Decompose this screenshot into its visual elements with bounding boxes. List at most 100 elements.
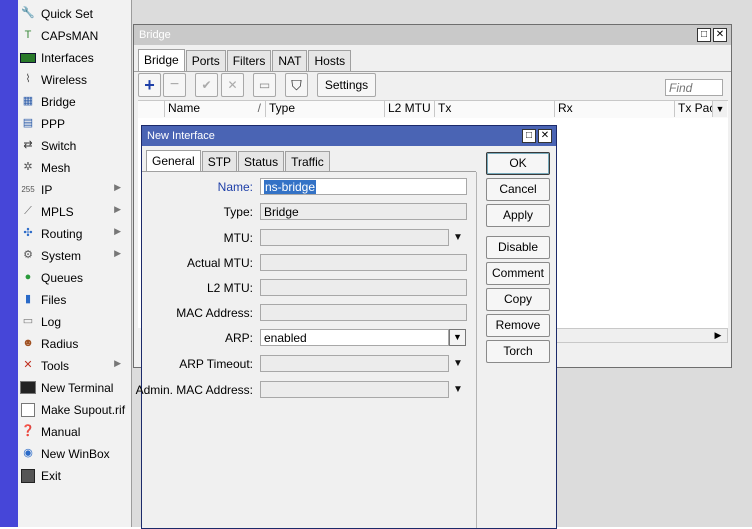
tab-ports[interactable]: Ports <box>185 50 226 71</box>
maximize-button[interactable]: □ <box>697 28 711 42</box>
menu-item-ip[interactable]: 255 IP ▶ <box>20 179 129 200</box>
menu-item-manual[interactable]: ❓ Manual <box>20 421 129 442</box>
column-name[interactable]: Name / <box>165 100 266 117</box>
quick-set-icon: 🔧 <box>21 7 35 19</box>
menu-item-routing[interactable]: ✣ Routing ▶ <box>20 223 129 244</box>
menu-item-mesh[interactable]: ✲ Mesh <box>20 157 129 178</box>
filter-button[interactable]: ⛉ <box>285 73 308 97</box>
mac-address-field <box>260 304 467 321</box>
horizontal-scrollbar[interactable] <box>554 328 728 343</box>
arp-timeout-input[interactable] <box>260 355 449 372</box>
settings-button[interactable]: Settings <box>317 73 376 97</box>
remove-button[interactable]: − <box>163 73 186 97</box>
menu-item-capsman[interactable]: T CAPsMAN <box>20 25 129 46</box>
name-input[interactable]: ns-bridge <box>260 178 467 195</box>
tools-icon: ✕ <box>23 359 33 371</box>
tab-stp[interactable]: STP <box>201 151 238 172</box>
admin-mac-label: Admin. MAC Address: <box>135 383 253 397</box>
menu-item-new-winbox[interactable]: ◉ New WinBox <box>20 443 129 464</box>
actual-mtu-field <box>260 254 467 271</box>
submenu-arrow-icon: ▶ <box>114 358 121 368</box>
mtu-input[interactable] <box>260 229 449 246</box>
switch-icon: ⇄ <box>23 139 33 151</box>
mtu-label: MTU: <box>223 231 253 245</box>
menu-item-system[interactable]: ⚙ System ▶ <box>20 245 129 266</box>
torch-button[interactable]: Torch <box>486 340 550 363</box>
comment-interface-button[interactable]: Comment <box>486 262 550 285</box>
column-tx-packets[interactable]: Tx Pac <box>675 100 713 117</box>
mesh-icon: ✲ <box>23 161 33 173</box>
name-label: Name: <box>217 180 253 194</box>
tab-nat[interactable]: NAT <box>272 50 308 71</box>
submenu-arrow-icon: ▶ <box>114 182 121 192</box>
bridge-title-bar[interactable]: Bridge <box>134 25 731 45</box>
copy-button[interactable]: Copy <box>486 288 550 311</box>
arp-select[interactable]: enabled <box>260 329 449 346</box>
remove-interface-button[interactable]: Remove <box>486 314 550 337</box>
menu-item-new-terminal[interactable]: New Terminal <box>20 377 129 398</box>
admin-mac-dropdown-icon[interactable]: ▼ <box>453 381 463 398</box>
menu-item-bridge[interactable]: ▦ Bridge <box>20 91 129 112</box>
add-button[interactable]: + <box>138 73 161 97</box>
comment-icon: ▭ <box>258 78 271 92</box>
queues-icon: ● <box>24 271 32 283</box>
dialog-tabs: General STP Status Traffic <box>146 150 331 173</box>
arp-timeout-dropdown-icon[interactable]: ▼ <box>453 355 463 372</box>
find-input[interactable] <box>665 79 723 96</box>
admin-mac-input[interactable] <box>260 381 449 398</box>
tab-status[interactable]: Status <box>238 151 285 172</box>
minus-icon: − <box>169 76 180 93</box>
menu-item-interfaces[interactable]: Interfaces <box>20 47 129 68</box>
mpls-icon: ⟋ <box>24 205 32 217</box>
menu-item-radius[interactable]: ☻ Radius <box>20 333 129 354</box>
menu-item-make-supout[interactable]: Make Supout.rif <box>20 399 129 420</box>
cancel-button[interactable]: Cancel <box>486 178 550 201</box>
menu-item-ppp[interactable]: ▤ PPP <box>20 113 129 134</box>
menu-item-tools[interactable]: ✕ Tools ▶ <box>20 355 129 376</box>
menu-item-files[interactable]: ▮ Files <box>20 289 129 310</box>
ppp-icon: ▤ <box>22 117 34 129</box>
enable-button[interactable]: ✔ <box>195 73 218 97</box>
l2-mtu-label: L2 MTU: <box>206 281 253 295</box>
mtu-dropdown-icon[interactable]: ▼ <box>453 229 463 246</box>
apply-button[interactable]: Apply <box>486 204 550 227</box>
files-icon: ▮ <box>24 293 32 305</box>
actual-mtu-label: Actual MTU: <box>186 256 253 270</box>
menu-item-wireless[interactable]: ⌇ Wireless <box>20 69 129 90</box>
tab-hosts[interactable]: Hosts <box>308 50 352 71</box>
tab-filters[interactable]: Filters <box>226 50 272 71</box>
dialog-title: New Interface <box>147 130 215 142</box>
tab-bridge[interactable]: Bridge <box>138 49 185 71</box>
comment-button[interactable]: ▭ <box>253 73 276 97</box>
arp-dropdown-icon[interactable]: ▼ <box>449 329 466 346</box>
column-menu-icon[interactable]: ▼ <box>713 101 727 117</box>
scroll-right-icon[interactable]: ▶ <box>710 329 726 342</box>
dialog-tab-divider <box>142 171 476 172</box>
menu-item-switch[interactable]: ⇄ Switch <box>20 135 129 156</box>
tab-traffic[interactable]: Traffic <box>285 151 330 172</box>
column-tx[interactable]: Tx <box>435 100 555 117</box>
menu-item-queues[interactable]: ● Queues <box>20 267 129 288</box>
menu-item-mpls[interactable]: ⟋ MPLS ▶ <box>20 201 129 222</box>
disable-interface-button[interactable]: Disable <box>486 236 550 259</box>
menu-item-quick-set[interactable]: 🔧 Quick Set <box>20 3 129 24</box>
column-rx[interactable]: Rx <box>555 100 675 117</box>
left-brand-strip <box>0 0 18 527</box>
submenu-arrow-icon: ▶ <box>114 248 121 258</box>
menu-item-exit[interactable]: Exit <box>20 465 129 486</box>
column-l2-mtu[interactable]: L2 MTU <box>385 100 435 117</box>
menu-item-log[interactable]: ▭ Log <box>20 311 129 332</box>
column-type[interactable]: Type <box>266 100 385 117</box>
dialog-title-bar[interactable]: New Interface <box>142 126 556 146</box>
bridge-tabs: Bridge Ports Filters NAT Hosts <box>138 49 352 72</box>
ok-button[interactable]: OK <box>486 152 550 175</box>
cross-icon: ✕ <box>227 78 238 92</box>
capsman-icon: T <box>24 29 32 41</box>
disable-button[interactable]: ✕ <box>221 73 244 97</box>
dialog-maximize-button[interactable]: □ <box>522 129 536 143</box>
dialog-close-button[interactable]: ✕ <box>538 129 552 143</box>
close-button[interactable]: ✕ <box>713 28 727 42</box>
sort-icon: / <box>257 101 261 115</box>
system-icon: ⚙ <box>23 249 33 261</box>
tab-general[interactable]: General <box>146 150 201 172</box>
